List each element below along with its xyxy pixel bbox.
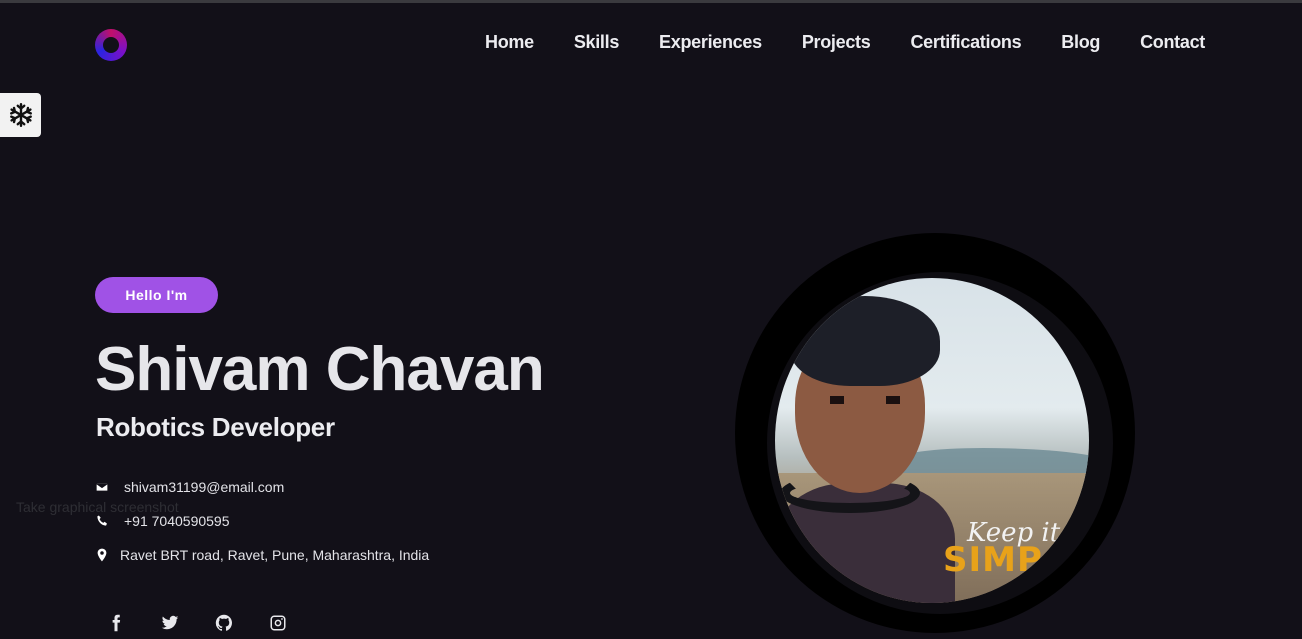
facebook-icon[interactable] [106, 612, 126, 634]
instagram-icon[interactable] [268, 612, 288, 634]
contact-address-row: Ravet BRT road, Ravet, Pune, Maharashtra… [95, 547, 429, 563]
envelope-icon [95, 480, 109, 494]
social-links [106, 612, 288, 634]
screenshot-tooltip: Take graphical screenshot [16, 499, 179, 515]
nav-item-skills[interactable]: Skills [574, 32, 620, 53]
settings-toggle[interactable] [0, 93, 41, 137]
contact-email-row[interactable]: shivam31199@email.com [95, 479, 284, 495]
contact-email[interactable]: shivam31199@email.com [124, 479, 284, 495]
nav-item-projects[interactable]: Projects [802, 32, 871, 53]
avatar-caption-bottom: SIMP [943, 540, 1043, 580]
nav-item-certifications[interactable]: Certifications [910, 32, 1021, 53]
snowflake-icon [9, 102, 32, 128]
contact-phone[interactable]: +91 7040590595 [124, 513, 230, 529]
logo-icon[interactable] [95, 29, 127, 61]
phone-icon [95, 514, 109, 528]
nav-item-blog[interactable]: Blog [1061, 32, 1100, 53]
main-nav: Home Skills Experiences Projects Certifi… [485, 32, 1205, 53]
top-border [0, 0, 1302, 3]
nav-item-experiences[interactable]: Experiences [659, 32, 762, 53]
contact-address: Ravet BRT road, Ravet, Pune, Maharashtra… [120, 547, 430, 563]
avatar: Keep it SIMP [775, 278, 1089, 603]
hero-name: Shivam Chavan [95, 335, 545, 404]
nav-item-contact[interactable]: Contact [1140, 32, 1205, 53]
twitter-icon[interactable] [160, 612, 180, 634]
headphones-graphic [780, 473, 920, 513]
contact-phone-row[interactable]: +91 7040590595 [95, 513, 230, 529]
nav-item-home[interactable]: Home [485, 32, 534, 53]
map-marker-icon [95, 548, 109, 562]
github-icon[interactable] [214, 612, 234, 634]
hero-role: Robotics Developer [96, 412, 335, 442]
greeting-badge: Hello I'm [95, 277, 218, 313]
